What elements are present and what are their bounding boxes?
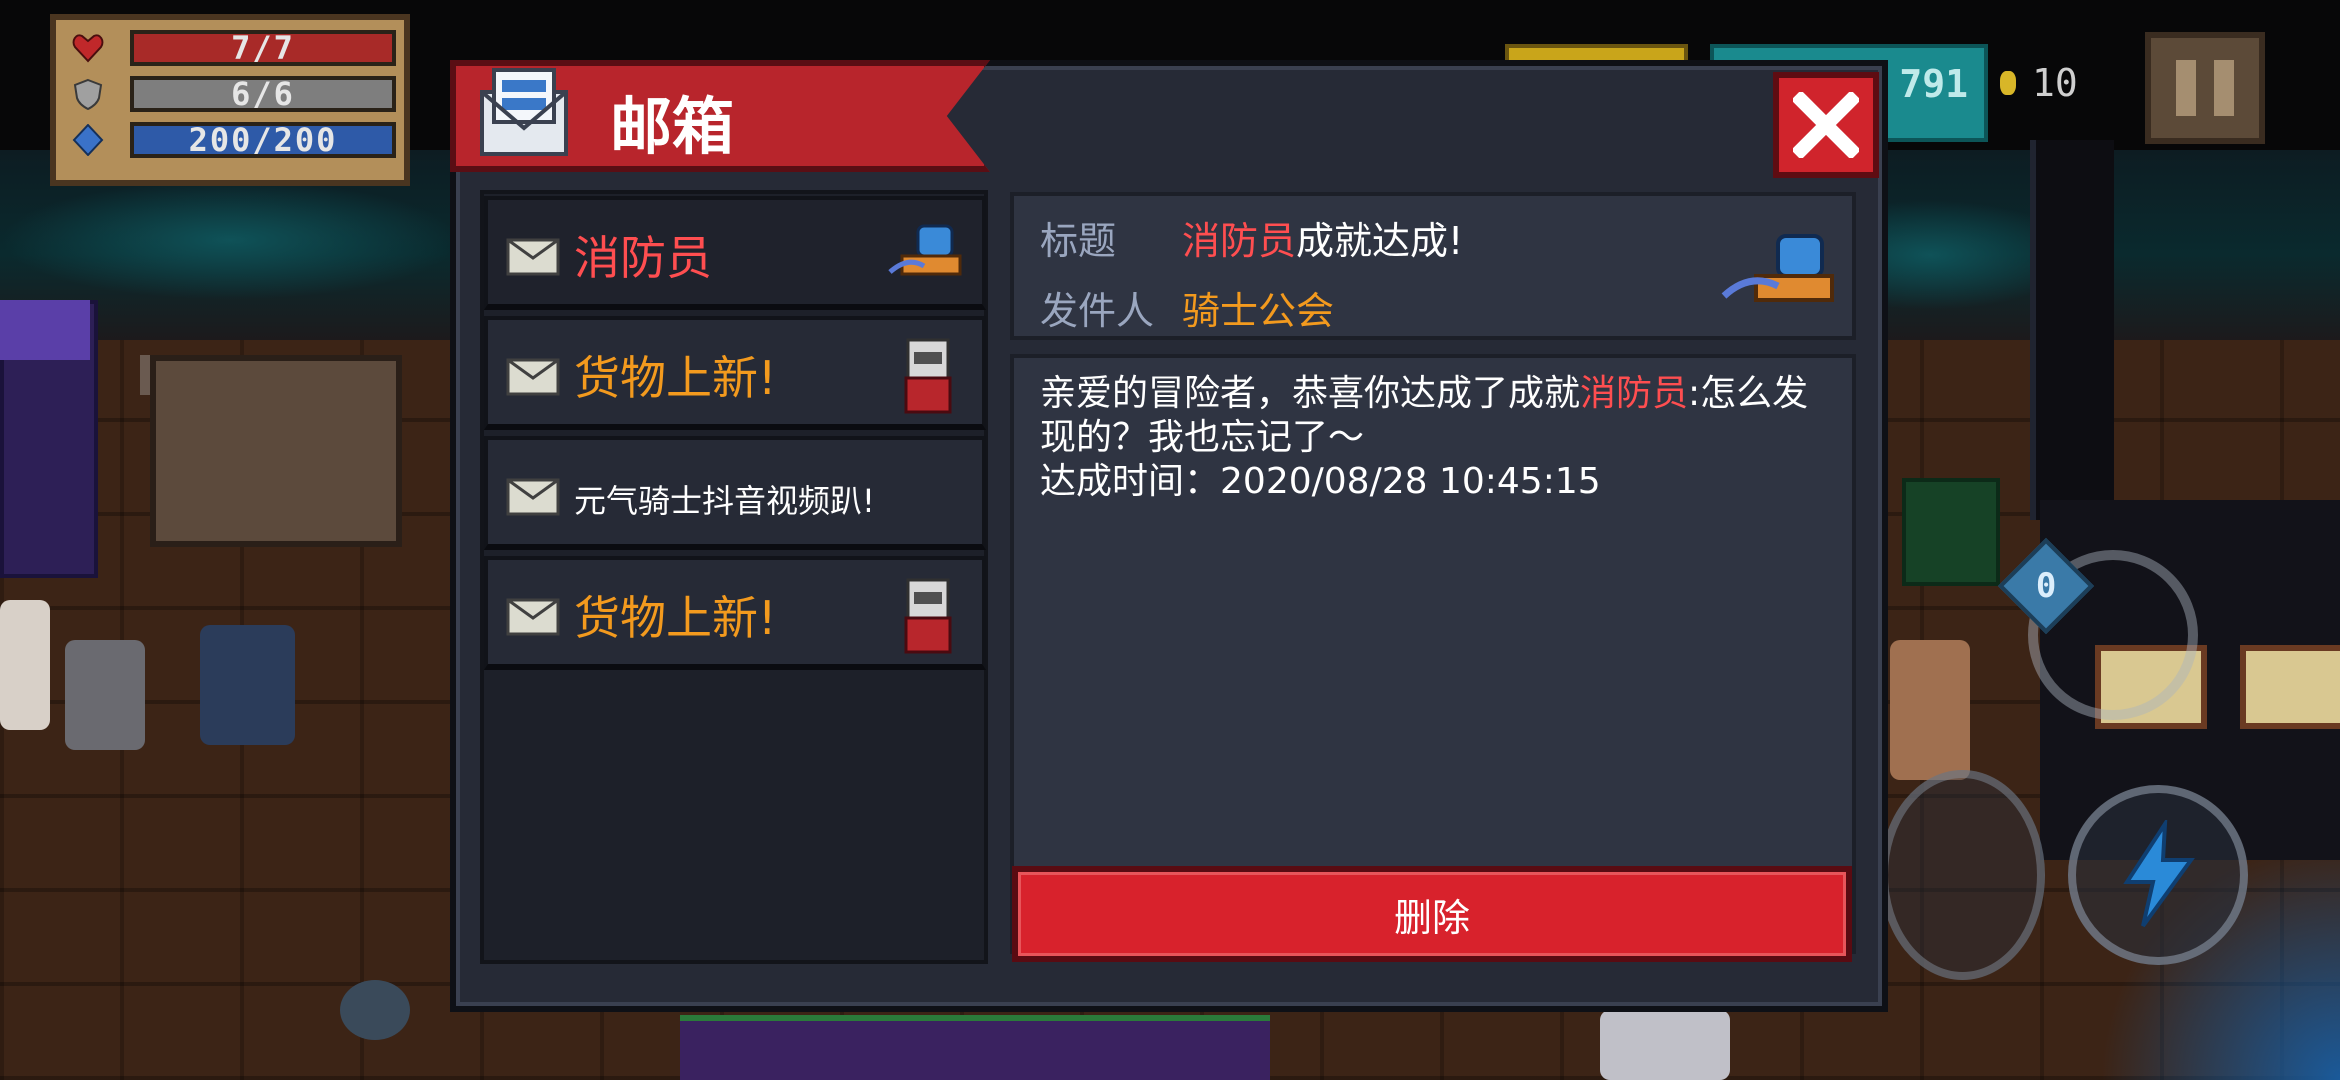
firefighter-sprite (888, 224, 962, 276)
robot-sprite (65, 640, 145, 750)
shield-icon (73, 78, 103, 110)
mail-item[interactable]: 货物上新! (484, 556, 986, 670)
mail-item[interactable]: 货物上新! (484, 316, 986, 430)
body-prefix: 亲爱的冒险者，恭喜你达成了成就 (1040, 373, 1581, 414)
envelope-icon (506, 358, 560, 396)
rug (680, 1015, 1270, 1080)
coin-counter: 10 (2000, 58, 2078, 108)
mail-body-text: 亲爱的冒险者，恭喜你达成了成就消防员:怎么发现的？我也忘记了～ 达成时间：202… (1040, 372, 1840, 504)
mail-item[interactable]: 元气骑士抖音视频趴! (484, 436, 986, 550)
cat-merchant-sprite (904, 578, 952, 654)
pillar (2030, 140, 2114, 520)
energy-bar: 200/200 (130, 121, 396, 159)
body-time: 2020/08/28 10:45:15 (1220, 461, 1601, 502)
close-icon (1793, 92, 1859, 158)
wall-light (0, 180, 460, 300)
subject-rest: 成就达成! (1296, 219, 1464, 263)
envelope-icon (506, 598, 560, 636)
mail-title: 货物上新! (574, 591, 777, 645)
npc-sprite (1600, 1010, 1730, 1080)
npc-sprite (1890, 640, 1970, 780)
sender-value: 骑士公会 (1182, 289, 1335, 333)
coin-icon (2000, 71, 2016, 95)
energy-crystal-icon (72, 124, 104, 156)
skill-button[interactable] (2068, 785, 2248, 965)
coin-count: 10 (2032, 61, 2078, 105)
delete-button[interactable]: 删除 (1012, 866, 1852, 962)
player-stats-panel: 7/7 6/6 200/200 (50, 14, 410, 186)
mail-title: 元气骑士抖音视频趴! (574, 482, 875, 520)
armor-row: 6/6 (66, 74, 400, 114)
lightning-icon (2123, 820, 2195, 928)
close-button[interactable] (1773, 72, 1879, 178)
armor-bar: 6/6 (130, 75, 396, 113)
hp-row: 7/7 (66, 28, 400, 68)
hp-bar: 7/7 (130, 29, 396, 67)
chest (1902, 478, 2000, 586)
sender-label: 发件人 (1040, 289, 1155, 333)
npc-sprite (0, 600, 50, 730)
fox-pet-sprite (200, 625, 295, 745)
vending-machine-top (0, 300, 90, 360)
mail-title: 货物上新! (574, 351, 777, 405)
mail-item[interactable]: 消防员 (484, 196, 986, 310)
envelope-icon (506, 478, 560, 516)
mail-icon (480, 68, 568, 156)
pause-icon (2176, 60, 2196, 116)
subject-label: 标题 (1040, 219, 1117, 263)
cat-merchant-sprite (904, 338, 952, 414)
body-time-label: 达成时间： (1040, 461, 1221, 502)
weapon-swap-count: 0 (2035, 565, 2057, 606)
bounty-board (150, 355, 402, 547)
gem-count: 791 (1899, 62, 1968, 106)
picture-frame (2240, 645, 2340, 729)
subject-highlight: 消防员 (1182, 219, 1297, 263)
energy-row: 200/200 (66, 120, 400, 160)
firefighter-sprite (1721, 234, 1834, 302)
envelope-icon (506, 238, 560, 276)
pause-button[interactable] (2145, 32, 2265, 144)
mailbox-title: 邮箱 (610, 90, 735, 163)
mail-title: 消防员 (574, 231, 712, 285)
attack-button[interactable] (1880, 770, 2045, 980)
body-highlight: 消防员 (1580, 373, 1689, 414)
heart-icon (72, 34, 104, 63)
subject-value: 消防员成就达成! (1182, 210, 1463, 265)
pot-sprite (340, 980, 410, 1040)
